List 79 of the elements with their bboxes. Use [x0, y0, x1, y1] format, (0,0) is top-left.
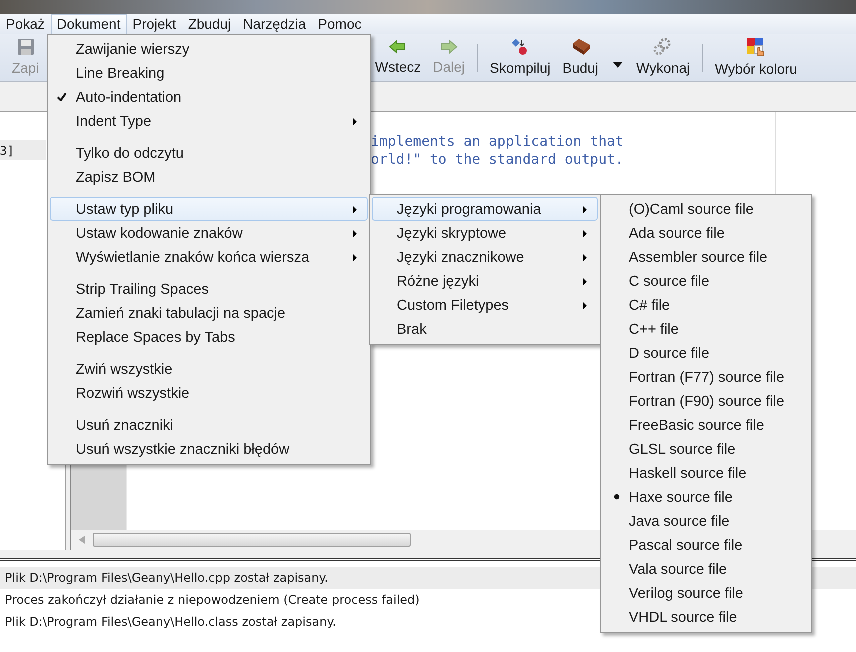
menu-item[interactable]: Java source file	[603, 509, 809, 533]
menu-item[interactable]: Wyświetlanie znaków końca wiersza	[50, 245, 368, 269]
menu-item[interactable]: Fortran (F90) source file	[603, 389, 809, 413]
menu-item[interactable]: Haskell source file	[603, 461, 809, 485]
menu-item[interactable]: Custom Filetypes	[372, 293, 598, 317]
compile-icon	[511, 38, 530, 56]
submenu-arrow-icon	[353, 118, 357, 126]
menu-item[interactable]: Strip Trailing Spaces	[50, 277, 368, 301]
gear-icon	[653, 38, 674, 56]
back-arrow-icon	[389, 39, 408, 55]
menu-item[interactable]: Rozwiń wszystkie	[50, 381, 368, 405]
menu-item[interactable]: Ustaw typ pliku	[50, 197, 368, 221]
menu-item[interactable]: Projekt	[126, 14, 182, 34]
menu-item[interactable]: Brak	[372, 317, 598, 341]
submenu-arrow-icon	[353, 206, 357, 214]
brick-icon	[570, 38, 591, 56]
scroll-left-icon[interactable]	[79, 536, 85, 544]
menu-item[interactable]: Zwiń wszystkie	[50, 357, 368, 381]
menu-item[interactable]: Usuń znaczniki	[50, 413, 368, 437]
menu-item[interactable]: Różne języki	[372, 269, 598, 293]
menu-item[interactable]: Indent Type	[50, 109, 368, 133]
save-icon	[16, 38, 35, 56]
submenu-arrow-icon	[353, 254, 357, 262]
menu-item[interactable]: Zapisz BOM	[50, 165, 368, 189]
menu-item[interactable]: Usuń wszystkie znaczniki błędów	[50, 437, 368, 461]
color-picker-icon	[746, 37, 766, 57]
message-line[interactable]: Plik D:\Program Files\Geany\Hello.cpp został zapisany.	[5, 567, 328, 589]
toolbar-button[interactable]: Buduj	[556, 38, 605, 77]
radio-dot-icon	[614, 494, 620, 500]
menu-item[interactable]: VHDL source file	[603, 605, 809, 629]
menu-item[interactable]: C++ file	[603, 317, 809, 341]
menu-item[interactable]: (O)Caml source file	[603, 197, 809, 221]
menu-item[interactable]: Haxe source file	[603, 485, 809, 509]
scrollbar-thumb[interactable]	[93, 533, 411, 547]
submenu-arrow-icon	[583, 278, 587, 286]
code-line: orld!" to the standard output.	[371, 151, 624, 169]
menu-item[interactable]: Języki znacznikowe	[372, 245, 598, 269]
menu-item[interactable]: Pomoc	[312, 14, 368, 34]
menu-item[interactable]: Języki skryptowe	[372, 221, 598, 245]
toolbar-button[interactable]: Wybór koloru	[709, 37, 804, 78]
submenu-arrow-icon	[583, 302, 587, 310]
sidebar-item[interactable]: 3]	[0, 144, 14, 158]
menu-item[interactable]: Zbuduj	[182, 14, 238, 34]
menu-item[interactable]: Ada source file	[603, 221, 809, 245]
submenu-arrow-icon	[583, 230, 587, 238]
menu-item[interactable]: Assembler source file	[603, 245, 809, 269]
menu-item[interactable]: Zamień znaki tabulacji na spacje	[50, 301, 368, 325]
menu-item[interactable]: Pascal source file	[603, 533, 809, 557]
submenu-arrow-icon	[583, 254, 587, 262]
toolbar-button[interactable]: Wykonaj	[630, 38, 696, 77]
menu-item[interactable]: Pokaż	[0, 14, 51, 34]
menu-item[interactable]: Zawijanie wierszy	[50, 37, 368, 61]
sidebar-row-highlight[interactable]: 3]	[0, 140, 46, 160]
menu-item[interactable]: Tylko do odczytu	[50, 141, 368, 165]
message-line[interactable]: Plik D:\Program Files\Geany\Hello.class został zapisany.	[5, 611, 336, 633]
message-line[interactable]: Proces zakończył działanie z niepowodzeniem (Create process failed)	[5, 589, 420, 611]
menu-item[interactable]: Języki programowania	[372, 197, 598, 221]
toolbar-button[interactable]: Skompiluj	[484, 38, 557, 77]
menu-item[interactable]: C# file	[603, 293, 809, 317]
menu-item[interactable]: Auto-indentation	[50, 85, 368, 109]
menu-item[interactable]: GLSL source file	[603, 437, 809, 461]
menu-item[interactable]: Dokument	[50, 14, 127, 34]
submenu-arrow-icon	[583, 206, 587, 214]
forward-arrow-icon	[440, 39, 458, 55]
submenu-arrow-icon	[353, 230, 357, 238]
menu-item[interactable]: FreeBasic source file	[603, 413, 809, 437]
menu-item[interactable]: Line Breaking	[50, 61, 368, 85]
code-line: implements an application that	[371, 133, 624, 151]
menu-item[interactable]: D source file	[603, 341, 809, 365]
menu-item[interactable]: Fortran (F77) source file	[603, 365, 809, 389]
menu-item[interactable]: C source file	[603, 269, 809, 293]
menu-item[interactable]: Replace Spaces by Tabs	[50, 325, 368, 349]
menu-item[interactable]: Narzędzia	[237, 14, 312, 34]
check-icon	[57, 92, 67, 102]
menu-item[interactable]: Verilog source file	[603, 581, 809, 605]
toolbar-button[interactable]: Wstecz	[369, 39, 428, 76]
caret-icon	[612, 62, 623, 68]
menu-item[interactable]: Vala source file	[603, 557, 809, 581]
menu-item[interactable]: Ustaw kodowanie znaków	[50, 221, 368, 245]
